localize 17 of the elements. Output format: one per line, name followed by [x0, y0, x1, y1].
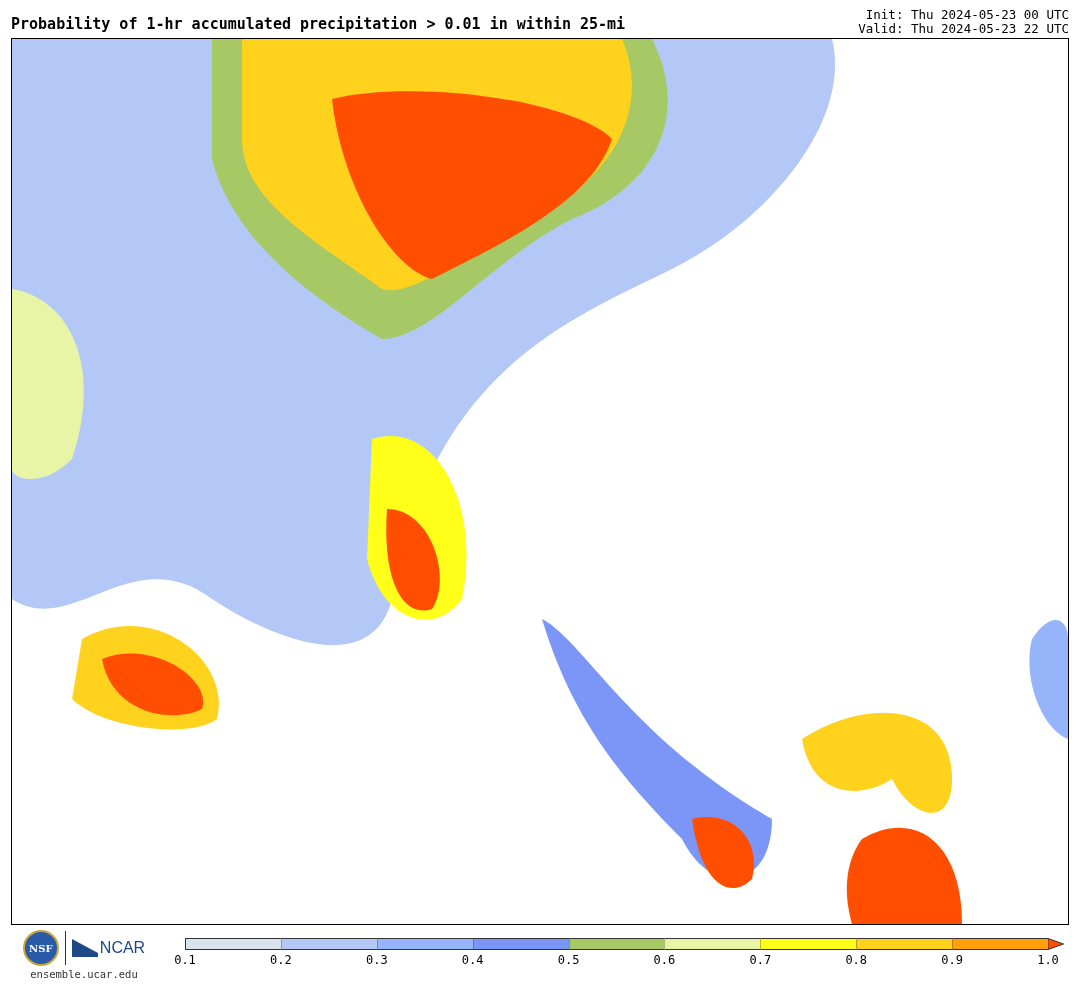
colorbar-tick-label: 0.5 [556, 953, 581, 967]
colorbar-tick-label: 1.0 [1036, 953, 1060, 967]
colorbar-tick-label: 0.1 [173, 953, 197, 967]
ncar-emblem-icon [71, 939, 98, 957]
colorbar-tick-label: 0.4 [460, 953, 485, 967]
colorbar-tick-label: 0.3 [364, 953, 389, 967]
colorbar-tick-label: 0.6 [652, 953, 677, 967]
ncar-logo: NCAR [99, 939, 146, 957]
nsf-logo: NSF [22, 930, 59, 966]
website-url: ensemble.ucar.edu [30, 968, 138, 980]
run-time-label: Init: Thu 2024-05-23 00 UTC [865, 8, 1069, 22]
run-time-label: Valid: Thu 2024-05-23 22 UTC [858, 22, 1069, 36]
colorbar-tick-label: 0.7 [748, 953, 773, 967]
colorbar-tick-label: 0.9 [940, 953, 964, 967]
colorbar-tick-label: 0.8 [844, 953, 869, 967]
colorbar-tick-label: 0.2 [269, 953, 293, 967]
chart-title: Probability of 1-hr accumulated precipitation > 0.01 in within 25-mi [11, 15, 626, 35]
